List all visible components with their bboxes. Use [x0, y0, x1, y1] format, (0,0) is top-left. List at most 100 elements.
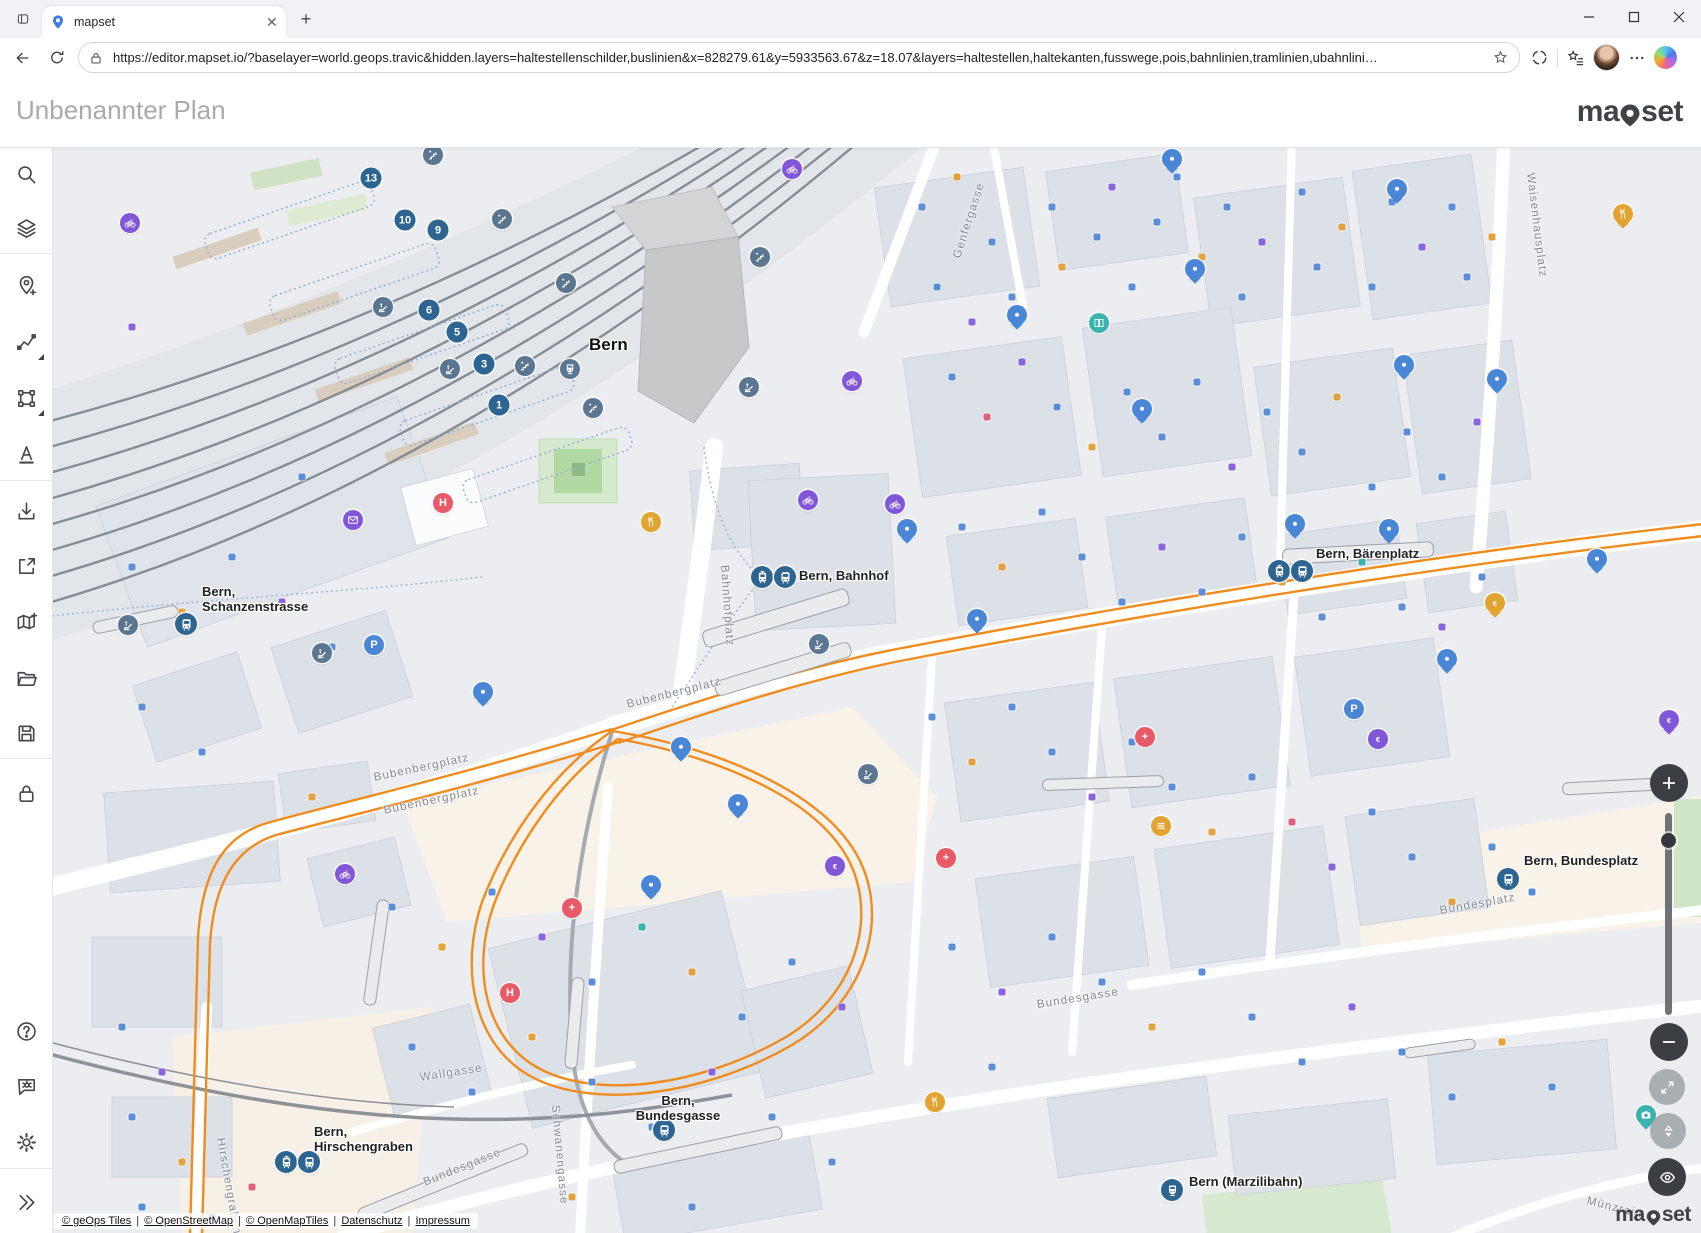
map-marker-stairs-icon[interactable]	[583, 398, 603, 418]
map-marker-escalator-icon[interactable]	[440, 359, 460, 379]
map-marker-bike-icon[interactable]	[798, 490, 818, 510]
sidebar-tool-draw-line[interactable]	[4, 320, 48, 364]
stop-label[interactable]: Bern (Marzilibahn)	[1189, 1174, 1302, 1189]
map-marker-train-icon[interactable]	[560, 359, 580, 379]
attribution-link[interactable]: © geOps Tiles	[62, 1215, 131, 1227]
map-marker-label-icon[interactable]: P	[364, 635, 384, 655]
map-marker-escalator-icon[interactable]	[312, 643, 332, 663]
attribution-link[interactable]: © OpenStreetMap	[144, 1215, 233, 1227]
fit-extent-button[interactable]	[1649, 1069, 1685, 1105]
map-marker-stairs-icon[interactable]	[556, 273, 576, 293]
map-marker-spot-icon[interactable]	[1007, 305, 1027, 325]
url-input[interactable]	[111, 49, 1492, 66]
stop-bus-icon[interactable]	[1497, 868, 1519, 890]
platform-number-badge[interactable]: 1	[489, 395, 510, 416]
sidebar-tool-open[interactable]	[4, 656, 48, 700]
attribution-link[interactable]: Impressum	[415, 1215, 469, 1227]
window-close-button[interactable]	[1656, 0, 1701, 34]
plan-title-input[interactable]: Unbenannter Plan	[16, 95, 226, 126]
map-canvas[interactable]: €€€HH+++€PP Bern131096531Bern, BahnhofBe…	[52, 147, 1701, 1233]
map-marker-spot-icon[interactable]	[1162, 149, 1182, 169]
map-marker-spot-icon[interactable]	[1487, 369, 1507, 389]
visibility-toggle-button[interactable]	[1648, 1158, 1686, 1196]
platform-number-badge[interactable]: 10	[395, 210, 416, 231]
sidebar-tool-download[interactable]	[4, 489, 48, 533]
platform-number-badge[interactable]: 9	[428, 220, 449, 241]
copilot-icon[interactable]	[1654, 46, 1677, 69]
map-marker-bike-icon[interactable]	[782, 159, 802, 179]
window-minimize-button[interactable]	[1566, 0, 1611, 34]
map-marker-escalator-icon[interactable]	[739, 377, 759, 397]
map-marker-spot-icon[interactable]	[1437, 649, 1457, 669]
stop-bus-icon[interactable]	[175, 613, 197, 635]
map-marker-mail-icon[interactable]	[343, 510, 363, 530]
map-marker-spot-icon[interactable]	[1185, 259, 1205, 279]
map-marker-spot-icon[interactable]	[1132, 399, 1152, 419]
map-marker-spot-icon[interactable]	[1379, 519, 1399, 539]
map-marker-spot-icon[interactable]	[473, 682, 493, 702]
map-marker-euro-icon[interactable]: €	[1485, 593, 1505, 613]
map-marker-label-icon[interactable]: +	[562, 898, 582, 918]
map-marker-food-icon[interactable]	[1613, 204, 1633, 224]
browser-menu-icon[interactable]	[1628, 49, 1646, 67]
platform-number-badge[interactable]: 3	[474, 354, 495, 375]
zoom-slider-knob[interactable]	[1661, 833, 1676, 848]
stop-label[interactable]: Bern,Schanzenstrasse	[202, 584, 308, 615]
stop-label[interactable]: Bern, Bahnhof	[799, 568, 889, 583]
stop-label[interactable]: Bern,Bundesgasse	[618, 1093, 738, 1124]
extensions-icon[interactable]	[1530, 48, 1549, 67]
new-tab-button[interactable]: +	[292, 5, 320, 33]
sidebar-tool-feedback[interactable]	[4, 1064, 48, 1108]
map-marker-spot-icon[interactable]	[1394, 355, 1414, 375]
stop-bus-icon[interactable]	[774, 566, 796, 588]
favorite-star-icon[interactable]	[1492, 49, 1509, 66]
map-marker-food-icon[interactable]	[925, 1092, 945, 1112]
stop-tram-icon[interactable]	[275, 1151, 297, 1173]
zoom-in-button[interactable]	[1650, 764, 1688, 802]
map-marker-spot-icon[interactable]	[1387, 179, 1407, 199]
map-marker-escalator-icon[interactable]	[858, 764, 878, 784]
attribution-link[interactable]: Datenschutz	[341, 1215, 402, 1227]
sidebar-tool-share[interactable]	[4, 544, 48, 588]
map-marker-book-icon[interactable]	[1089, 313, 1109, 333]
profile-avatar[interactable]	[1593, 44, 1620, 71]
platform-number-badge[interactable]: 5	[447, 322, 468, 343]
platform-number-badge[interactable]: 13	[361, 168, 382, 189]
map-marker-escalator-icon[interactable]	[809, 634, 829, 654]
map-marker-label-icon[interactable]: +	[936, 848, 956, 868]
sidebar-tool-settings[interactable]	[4, 1120, 48, 1164]
map-marker-spot-icon[interactable]	[967, 609, 987, 629]
map-marker-bike-icon[interactable]	[885, 494, 905, 514]
map-marker-spot-icon[interactable]	[897, 519, 917, 539]
map-marker-spot-icon[interactable]	[1285, 514, 1305, 534]
tab-workspaces-icon[interactable]	[10, 7, 36, 31]
map-marker-stairs-icon[interactable]	[492, 209, 512, 229]
map-marker-spot-icon[interactable]	[728, 794, 748, 814]
map-marker-bike-icon[interactable]	[120, 213, 140, 233]
sidebar-tool-search[interactable]	[4, 152, 48, 196]
sidebar-tool-save[interactable]	[4, 711, 48, 755]
map-marker-spot-icon[interactable]	[641, 875, 661, 895]
sidebar-tool-text[interactable]	[4, 431, 48, 475]
stop-label[interactable]: Bern,Hirschengraben	[314, 1124, 413, 1155]
platform-number-badge[interactable]: 6	[419, 300, 440, 321]
map-marker-label-icon[interactable]: P	[1344, 699, 1364, 719]
map-marker-label-icon[interactable]: H	[500, 983, 520, 1003]
sidebar-tool-add-stop[interactable]	[4, 263, 48, 307]
attribution-link[interactable]: © OpenMapTiles	[246, 1215, 328, 1227]
map-marker-spot-icon[interactable]	[671, 737, 691, 757]
favorites-list-icon[interactable]	[1566, 48, 1585, 67]
map-marker-spot-icon[interactable]	[1587, 549, 1607, 569]
sidebar-tool-expand[interactable]	[4, 1180, 48, 1224]
map-marker-escalator-icon[interactable]	[118, 615, 138, 635]
map-marker-euro-icon[interactable]: €	[825, 856, 845, 876]
map-marker-label-icon[interactable]: +	[1135, 727, 1155, 747]
map-marker-stairs-icon[interactable]	[515, 356, 535, 376]
stop-label[interactable]: Bern, Bundesplatz	[1524, 853, 1638, 868]
map-marker-food-icon[interactable]	[641, 512, 661, 532]
map-marker-bike-icon[interactable]	[335, 864, 355, 884]
zoom-out-button[interactable]	[1650, 1023, 1688, 1061]
stop-tram-icon[interactable]	[1268, 560, 1290, 582]
stop-bus-icon[interactable]	[1291, 560, 1313, 582]
map-marker-euro-icon[interactable]: €	[1659, 710, 1679, 730]
